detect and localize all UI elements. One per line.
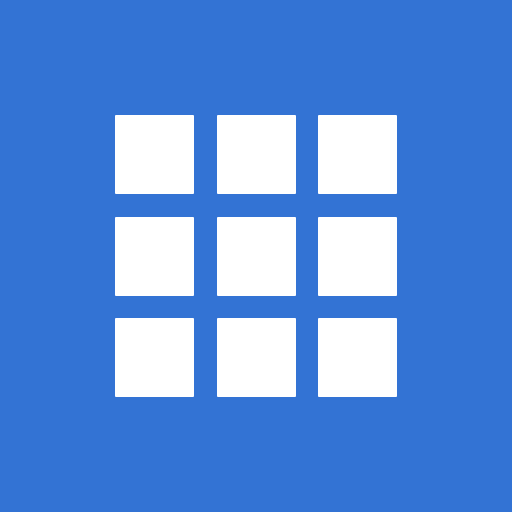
grid-tile <box>318 318 397 397</box>
grid-tile <box>318 115 397 194</box>
grid-tile <box>115 216 194 296</box>
grid-tile <box>115 115 194 194</box>
app-grid-icon <box>0 0 512 512</box>
grid-tile <box>115 318 194 397</box>
grid-tile <box>318 216 397 296</box>
tile-grid <box>115 115 397 397</box>
grid-tile <box>216 115 296 194</box>
grid-tile <box>216 318 296 397</box>
grid-tile <box>216 216 296 296</box>
